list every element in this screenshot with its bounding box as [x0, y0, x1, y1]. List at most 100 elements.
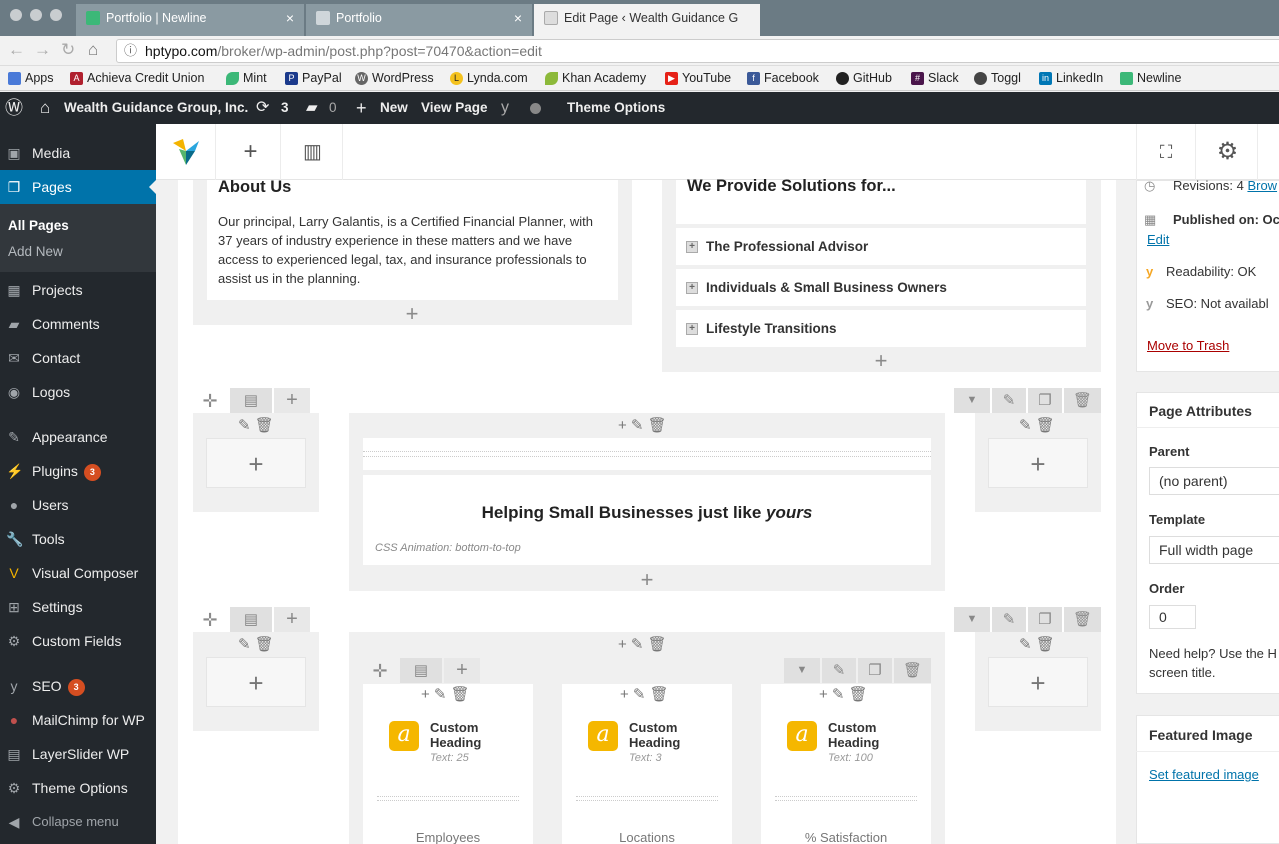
- column-edit-icons[interactable]: ✎ 🗑: [238, 635, 274, 653]
- row-delete-icon[interactable]: 🗑: [1064, 388, 1101, 413]
- add-element-plus-icon[interactable]: +: [206, 438, 306, 488]
- bookmark-achieva[interactable]: A Achieva Credit Union: [70, 70, 204, 86]
- inner-row-edit-icon[interactable]: ✎: [822, 658, 856, 683]
- row-edit-icon[interactable]: ✎: [992, 607, 1026, 632]
- new-plus-icon[interactable]: +: [356, 92, 367, 124]
- bookmark-newline[interactable]: Newline: [1120, 70, 1181, 86]
- updates-count[interactable]: 3: [281, 92, 289, 124]
- bookmark-toggl[interactable]: Toggl: [974, 70, 1021, 86]
- column-edit-icons[interactable]: ✎ 🗑: [1019, 635, 1055, 653]
- sidebar-item-logos[interactable]: ◉ Logos: [0, 375, 156, 409]
- home-icon[interactable]: ⌂: [40, 92, 50, 124]
- row-move-icon[interactable]: ✛: [200, 390, 220, 412]
- counter-controls-icons[interactable]: + ✎ 🗑: [421, 685, 470, 703]
- add-element-plus-icon[interactable]: +: [988, 657, 1088, 707]
- bookmark-lynda[interactable]: L Lynda.com: [450, 70, 528, 86]
- row-collapse-icon[interactable]: ▼: [954, 607, 990, 632]
- sidebar-item-pages[interactable]: ❐ Pages: [0, 170, 156, 204]
- back-icon[interactable]: ←: [8, 40, 25, 60]
- collapse-menu-button[interactable]: ◀ Collapse menu: [0, 805, 156, 839]
- sidebar-item-comments[interactable]: ▰ Comments: [0, 307, 156, 341]
- sidebar-item-appearance[interactable]: ✎ Appearance: [0, 420, 156, 454]
- add-element-plus-icon[interactable]: +: [870, 350, 892, 372]
- view-page-link[interactable]: View Page: [421, 92, 488, 124]
- sidebar-item-theme-options[interactable]: ⚙ Theme Options: [0, 771, 156, 805]
- tab-portfolio-newline[interactable]: Portfolio | Newline ×: [76, 4, 304, 36]
- order-input[interactable]: 0: [1149, 605, 1196, 629]
- sidebar-item-projects[interactable]: ▦ Projects: [0, 273, 156, 307]
- bookmark-youtube[interactable]: ▶ YouTube: [665, 70, 731, 86]
- row-edit-icon[interactable]: ✎: [992, 388, 1026, 413]
- counter-controls-icons[interactable]: + ✎ 🗑: [819, 685, 868, 703]
- counter-card[interactable]: + ✎ 🗑 a Custom Heading Text: 100 % Satis…: [761, 684, 931, 844]
- column-edit-icons[interactable]: ✎ 🗑: [1019, 416, 1055, 434]
- about-text-block[interactable]: About Us Our principal, Larry Galantis, …: [207, 178, 618, 300]
- custom-heading-block[interactable]: Helping Small Businesses just like yours…: [363, 475, 931, 565]
- templates-icon[interactable]: ▥: [283, 124, 343, 180]
- bookmark-paypal[interactable]: P PayPal: [285, 70, 342, 86]
- counter-card[interactable]: + ✎ 🗑 a Custom Heading Text: 25 Employee…: [363, 684, 533, 844]
- comments-count[interactable]: 0: [329, 92, 337, 124]
- counter-controls-icons[interactable]: + ✎ 🗑: [620, 685, 669, 703]
- tab-edit-page[interactable]: Edit Page ‹ Wealth Guidance G: [534, 4, 760, 36]
- sidebar-item-users[interactable]: ● Users: [0, 488, 156, 522]
- window-zoom-dot[interactable]: [50, 9, 62, 21]
- row-layout-icon[interactable]: ▤: [230, 607, 272, 632]
- set-featured-image-link[interactable]: Set featured image: [1149, 767, 1259, 782]
- window-minimize-dot[interactable]: [30, 9, 42, 21]
- add-column-plus-icon[interactable]: +: [274, 388, 310, 413]
- bookmark-github[interactable]: GitHub: [836, 70, 892, 86]
- parent-select[interactable]: (no parent): [1149, 467, 1279, 495]
- counter-card[interactable]: + ✎ 🗑 a Custom Heading Text: 3 Locations: [562, 684, 732, 844]
- tab-close-icon[interactable]: ×: [514, 4, 522, 32]
- tab-portfolio[interactable]: Portfolio ×: [306, 4, 532, 36]
- window-close-dot[interactable]: [10, 9, 22, 21]
- bookmark-linkedin[interactable]: in LinkedIn: [1039, 70, 1103, 86]
- bookmark-khan[interactable]: Khan Academy: [545, 70, 646, 86]
- template-select[interactable]: Full width page: [1149, 536, 1279, 564]
- inner-row-clone-icon[interactable]: ❐: [858, 658, 892, 683]
- info-icon[interactable]: ⓘ: [124, 40, 137, 62]
- column-controls-icons[interactable]: + ✎ 🗑: [618, 416, 667, 434]
- inner-row-move-icon[interactable]: ✛: [370, 660, 390, 682]
- theme-options-link[interactable]: Theme Options: [567, 92, 665, 124]
- sidebar-item-tools[interactable]: 🔧 Tools: [0, 522, 156, 556]
- bookmark-facebook[interactable]: f Facebook: [747, 70, 819, 86]
- solutions-heading-block[interactable]: We Provide Solutions for...: [676, 177, 1086, 224]
- sidebar-item-custom-fields[interactable]: ⚙ Custom Fields: [0, 624, 156, 658]
- inner-row-layout-icon[interactable]: ▤: [400, 658, 442, 683]
- row-clone-icon[interactable]: ❐: [1028, 388, 1062, 413]
- add-element-plus-icon[interactable]: +: [401, 303, 423, 325]
- add-column-plus-icon[interactable]: +: [274, 607, 310, 632]
- submenu-all-pages[interactable]: All Pages: [8, 218, 69, 233]
- bookmark-slack[interactable]: # Slack: [911, 70, 959, 86]
- inner-row-delete-icon[interactable]: 🗑: [894, 658, 931, 683]
- revisions-browse-link[interactable]: Brow: [1247, 178, 1277, 193]
- comments-icon[interactable]: ▰: [306, 92, 318, 124]
- row-clone-icon[interactable]: ❐: [1028, 607, 1062, 632]
- home-icon[interactable]: ⌂: [88, 40, 98, 60]
- bookmark-apps[interactable]: Apps: [8, 70, 54, 86]
- edit-date-link[interactable]: Edit: [1147, 232, 1169, 247]
- separator-block[interactable]: [363, 438, 931, 470]
- bookmark-mint[interactable]: Mint: [226, 70, 267, 86]
- accordion-item[interactable]: Lifestyle Transitions: [676, 310, 1086, 347]
- forward-icon[interactable]: →: [34, 40, 51, 60]
- submenu-add-new[interactable]: Add New: [8, 244, 63, 259]
- fullscreen-icon[interactable]: ⛶: [1136, 124, 1196, 180]
- inner-row-collapse-icon[interactable]: ▼: [784, 658, 820, 683]
- new-content-link[interactable]: New: [380, 92, 408, 124]
- sidebar-item-mailchimp[interactable]: ● MailChimp for WP: [0, 703, 156, 737]
- page-settings-gear-icon[interactable]: ⚙: [1198, 124, 1258, 180]
- sidebar-item-settings[interactable]: ⊞ Settings: [0, 590, 156, 624]
- column-controls-icons[interactable]: + ✎ 🗑: [618, 635, 667, 653]
- row-layout-icon[interactable]: ▤: [230, 388, 272, 413]
- reload-icon[interactable]: ↻: [61, 40, 75, 60]
- sidebar-item-layerslider[interactable]: ▤ LayerSlider WP: [0, 737, 156, 771]
- sidebar-item-media[interactable]: ▣ Media: [0, 136, 156, 170]
- inner-add-column-plus-icon[interactable]: +: [444, 658, 480, 683]
- row-collapse-icon[interactable]: ▼: [954, 388, 990, 413]
- accordion-item[interactable]: The Professional Advisor: [676, 228, 1086, 265]
- move-to-trash-link[interactable]: Move to Trash: [1147, 338, 1229, 353]
- column-edit-icons[interactable]: ✎ 🗑: [238, 416, 274, 434]
